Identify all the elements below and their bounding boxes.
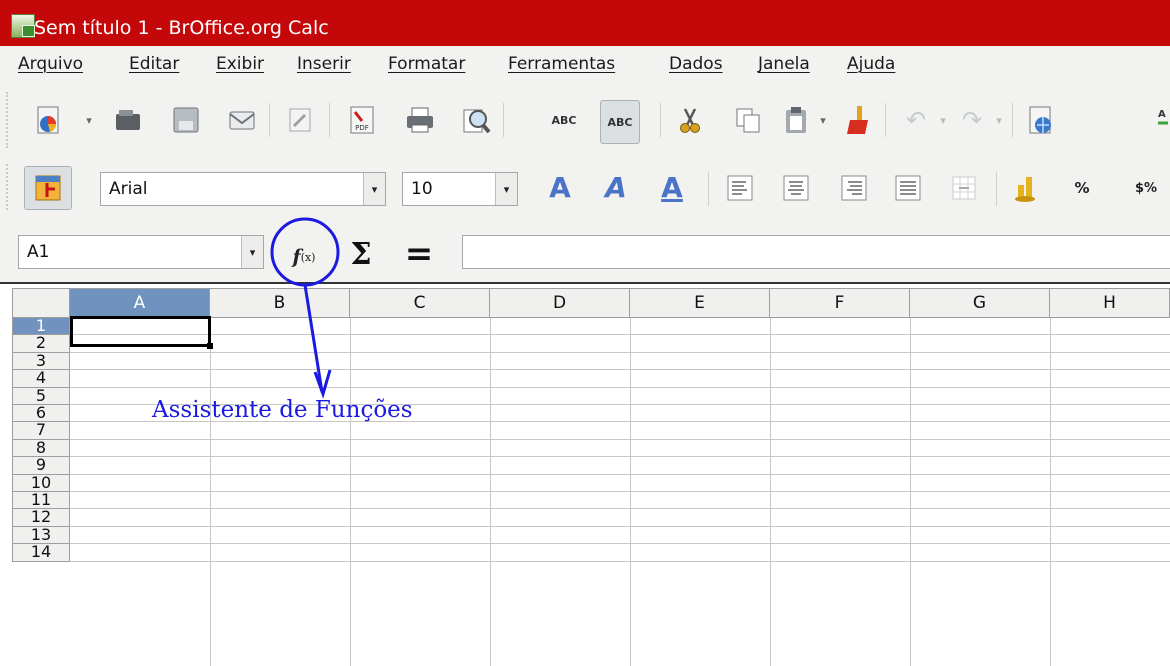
- annotation-overlay: [270, 217, 340, 399]
- annotation-arrow-head: [313, 369, 332, 399]
- annotation-label: Assistente de Funções: [152, 397, 413, 423]
- annotation-circle: [270, 217, 340, 287]
- annotation-arrow-line: [303, 284, 324, 393]
